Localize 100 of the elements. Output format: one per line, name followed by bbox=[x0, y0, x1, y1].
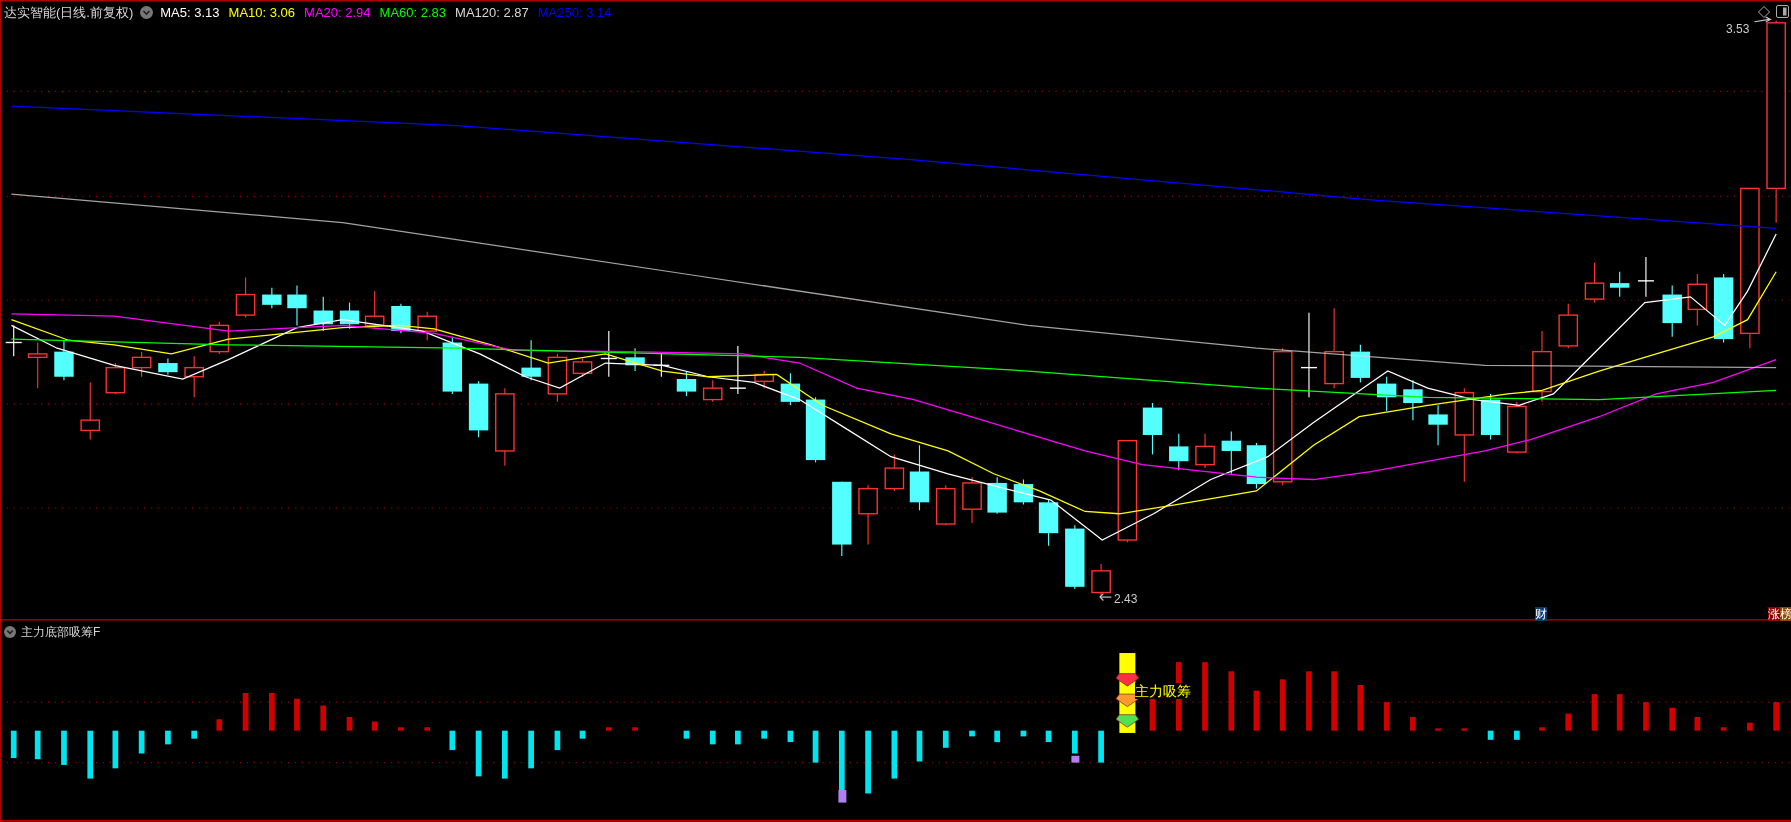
moving-average-label: MA120: 2.87 bbox=[455, 4, 529, 22]
histogram-bar bbox=[294, 698, 300, 731]
signal-block bbox=[1071, 755, 1080, 763]
histogram-bar bbox=[1331, 671, 1337, 731]
histogram-bar bbox=[1616, 694, 1623, 731]
candlestick bbox=[935, 484, 956, 526]
histogram-bar bbox=[1357, 685, 1364, 731]
histogram-bar bbox=[1514, 730, 1520, 740]
histogram-bar bbox=[1410, 716, 1416, 731]
candlestick bbox=[909, 444, 930, 511]
histogram-bar bbox=[424, 727, 431, 731]
signal-label: 主力吸筹 bbox=[1135, 683, 1191, 699]
histogram-bar bbox=[1228, 671, 1235, 731]
dropdown-icon[interactable] bbox=[4, 626, 16, 638]
histogram-bar bbox=[1071, 730, 1078, 754]
candlestick bbox=[1637, 256, 1655, 298]
candlestick bbox=[805, 396, 826, 463]
candlestick bbox=[987, 476, 1007, 515]
histogram-bar bbox=[1461, 728, 1468, 731]
histogram-bar bbox=[632, 727, 638, 731]
histogram-bar bbox=[502, 730, 508, 779]
histogram-bar bbox=[165, 730, 171, 745]
leader-line bbox=[1099, 593, 1112, 602]
candlestick bbox=[287, 284, 307, 326]
candlestick bbox=[1558, 303, 1579, 349]
candlestick bbox=[1480, 393, 1501, 441]
histogram-bar bbox=[242, 693, 249, 731]
candlestick bbox=[572, 357, 593, 378]
candlestick bbox=[858, 484, 878, 546]
histogram-bar bbox=[865, 730, 871, 794]
candlestick bbox=[1403, 379, 1423, 421]
candlestick bbox=[313, 296, 333, 332]
candlestick bbox=[442, 336, 463, 395]
candlestick bbox=[1376, 376, 1397, 412]
candlestick bbox=[1065, 524, 1085, 590]
histogram-bar bbox=[994, 730, 1000, 743]
candlestick bbox=[364, 290, 385, 330]
candlestick bbox=[262, 287, 282, 309]
candlestick bbox=[1662, 284, 1682, 338]
histogram-bar bbox=[269, 693, 275, 731]
histogram-bar bbox=[1773, 702, 1779, 731]
moving-average-label: MA10: 3.06 bbox=[228, 4, 296, 22]
candlestick bbox=[468, 380, 489, 438]
histogram-bar bbox=[942, 730, 949, 748]
histogram-bar bbox=[761, 730, 767, 739]
candlestick bbox=[547, 353, 568, 403]
histogram-bar bbox=[709, 730, 716, 745]
candlestick bbox=[54, 339, 74, 381]
histogram-bar bbox=[1253, 690, 1260, 731]
moving-average-label: MA250: 3.14 bbox=[537, 4, 612, 22]
histogram-bar bbox=[891, 730, 898, 779]
candlestick bbox=[339, 301, 360, 330]
histogram-bar bbox=[916, 730, 923, 762]
ranking-tag: 涨 bbox=[1768, 607, 1780, 621]
candlestick bbox=[27, 341, 48, 389]
candlestick bbox=[884, 453, 905, 492]
candlestick bbox=[131, 351, 152, 378]
candlestick bbox=[729, 345, 747, 395]
panel-toggle-icon[interactable] bbox=[1776, 5, 1789, 18]
candlestick bbox=[1142, 402, 1163, 455]
candlestick bbox=[625, 347, 645, 372]
histogram-bar bbox=[1487, 730, 1494, 740]
ranking-tag: 榜 bbox=[1780, 607, 1791, 621]
candlestick bbox=[1091, 563, 1111, 597]
event-marker: 财 bbox=[1535, 607, 1547, 621]
candlestick bbox=[1428, 404, 1448, 446]
histogram-bar bbox=[605, 727, 612, 731]
candlestick bbox=[676, 370, 697, 397]
candlestick bbox=[521, 339, 541, 381]
histogram-bar bbox=[398, 727, 404, 731]
histogram-bar bbox=[528, 730, 534, 769]
candlestick bbox=[1507, 401, 1527, 454]
histogram-bar bbox=[1435, 728, 1441, 731]
histogram-bar bbox=[1591, 694, 1598, 731]
histogram-bar bbox=[683, 730, 690, 739]
histogram-bar bbox=[449, 730, 456, 751]
moving-average-label: MA60: 2.83 bbox=[379, 4, 447, 22]
histogram-bar bbox=[346, 716, 353, 731]
candlestick bbox=[158, 357, 178, 376]
candlestick bbox=[600, 330, 618, 378]
histogram-bar bbox=[1098, 730, 1104, 763]
histogram-bar bbox=[1669, 707, 1676, 731]
candlestick bbox=[105, 362, 126, 395]
histogram-bar bbox=[579, 730, 586, 739]
candlestick bbox=[1713, 273, 1734, 344]
candlestick bbox=[235, 276, 256, 318]
histogram-bar bbox=[735, 730, 741, 745]
stock-title: 达实智能(日线.前复权) bbox=[4, 4, 134, 22]
histogram-bar bbox=[475, 730, 482, 777]
moving-average-label: MA5: 3.13 bbox=[160, 4, 220, 22]
candlestick bbox=[1013, 478, 1034, 506]
signal-block bbox=[838, 790, 847, 803]
candlestick bbox=[417, 311, 437, 341]
histogram-bar bbox=[1539, 727, 1545, 731]
diamond-icon[interactable] bbox=[1758, 6, 1770, 18]
histogram-bar bbox=[1720, 727, 1727, 731]
low-price-label: 2.43 bbox=[1114, 591, 1138, 608]
dropdown-icon[interactable] bbox=[140, 6, 154, 20]
candlestick bbox=[780, 372, 801, 406]
candlestick bbox=[5, 324, 23, 357]
